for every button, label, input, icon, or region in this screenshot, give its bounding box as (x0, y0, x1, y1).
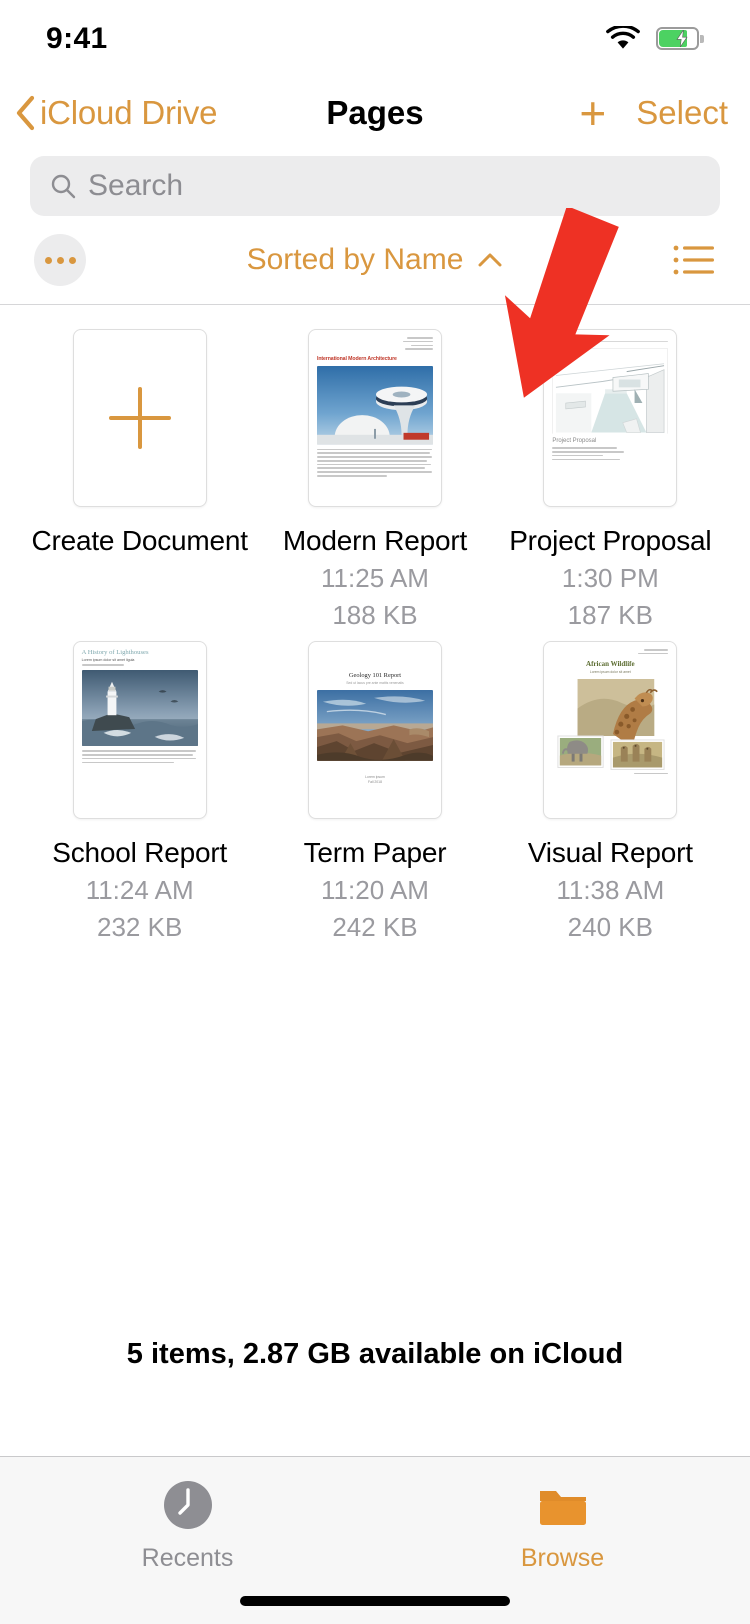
tab-bar: Recents Browse (0, 1456, 750, 1624)
battery-charging-icon (656, 27, 704, 51)
thumbnail-photo-wildlife (552, 679, 668, 769)
file-thumbnail: Geology 101 Report Sed ut lacus pre ante… (308, 641, 442, 819)
sort-label: Sorted by Name (247, 243, 464, 277)
status-bar: 9:41 (0, 0, 750, 78)
file-time: 11:25 AM (321, 563, 429, 594)
thumbnail-drawing-architecture (552, 348, 668, 435)
file-name: Create Document (31, 525, 247, 557)
list-view-icon[interactable] (672, 242, 716, 278)
file-size: 232 KB (97, 912, 182, 943)
file-name: Visual Report (528, 837, 693, 869)
file-time: 1:30 PM (562, 563, 659, 594)
file-size: 188 KB (332, 600, 417, 631)
tab-label: Browse (521, 1544, 604, 1573)
thumbnail-title: International Modern Architecture (317, 356, 433, 362)
file-thumbnail: A History of Lighthouses Lorem ipsum dol… (73, 641, 207, 819)
file-grid: Create Document International Modern Arc… (0, 305, 750, 943)
file-thumbnail: African Wildlife Lorem ipsum dolor sit a… (543, 641, 677, 819)
thumbnail-subtitle: Lorem ipsum dolor sit amet ligula (82, 658, 198, 662)
search-placeholder: Search (88, 169, 183, 203)
file-name: Term Paper (304, 837, 447, 869)
sort-control[interactable]: Sorted by Name (0, 243, 750, 277)
back-button-label: iCloud Drive (40, 94, 217, 132)
navigation-bar: iCloud Drive Pages + Select (0, 78, 750, 148)
search-icon (50, 173, 76, 199)
file-tile-term-paper[interactable]: Geology 101 Report Sed ut lacus pre ante… (257, 641, 492, 943)
file-name: Modern Report (283, 525, 467, 557)
file-size: 240 KB (568, 912, 653, 943)
file-tile-modern-report[interactable]: International Modern Architecture (257, 329, 492, 631)
home-indicator (240, 1596, 510, 1606)
file-tile-visual-report[interactable]: African Wildlife Lorem ipsum dolor sit a… (493, 641, 728, 943)
file-time: 11:20 AM (321, 875, 429, 906)
file-size: 187 KB (568, 600, 653, 631)
thumbnail-photo-canyon (317, 690, 433, 761)
thumbnail-title: Project Proposal (552, 438, 668, 444)
create-document-tile[interactable]: Create Document (22, 329, 257, 631)
thumbnail-photo-architecture (317, 366, 433, 445)
create-document-thumbnail (73, 329, 207, 507)
thumbnail-subtitle: Lorem ipsum dolor sit amet (552, 670, 668, 674)
file-time: 11:24 AM (86, 875, 194, 906)
chevron-left-icon (14, 95, 36, 131)
file-tile-project-proposal[interactable]: Project Proposal Project Proposal 1:30 P… (493, 329, 728, 631)
file-thumbnail: Project Proposal (543, 329, 677, 507)
plus-icon (105, 383, 175, 453)
file-thumbnail: International Modern Architecture (308, 329, 442, 507)
file-size: 242 KB (332, 912, 417, 943)
file-tile-school-report[interactable]: A History of Lighthouses Lorem ipsum dol… (22, 641, 257, 943)
search-container: Search (0, 148, 750, 216)
chevron-up-icon (477, 251, 503, 269)
file-name: School Report (52, 837, 227, 869)
wifi-icon (606, 26, 640, 52)
status-time: 9:41 (46, 22, 108, 56)
add-document-button[interactable]: + (579, 97, 606, 129)
back-button[interactable]: iCloud Drive (14, 94, 217, 132)
clock-icon (162, 1479, 214, 1536)
nav-actions: + Select (579, 94, 728, 132)
thumbnail-title: African Wildlife (552, 660, 668, 668)
file-time: 11:38 AM (556, 875, 664, 906)
status-indicators (606, 26, 704, 52)
folder-icon (537, 1479, 589, 1536)
file-name: Project Proposal (509, 525, 711, 557)
ellipsis-icon (45, 257, 52, 264)
sort-bar: Sorted by Name (0, 216, 750, 304)
thumbnail-title: Geology 101 Report (317, 672, 433, 679)
select-button[interactable]: Select (636, 94, 728, 132)
thumbnail-photo-lighthouse (82, 670, 198, 747)
thumbnail-title: A History of Lighthouses (82, 649, 198, 656)
thumbnail-subtitle: Sed ut lacus pre ante mattis venenatis (317, 681, 433, 685)
search-input[interactable]: Search (30, 156, 720, 216)
footer-status-text: 5 items, 2.87 GB available on iCloud (0, 1338, 750, 1371)
more-options-button[interactable] (34, 234, 86, 286)
tab-label: Recents (142, 1544, 234, 1573)
